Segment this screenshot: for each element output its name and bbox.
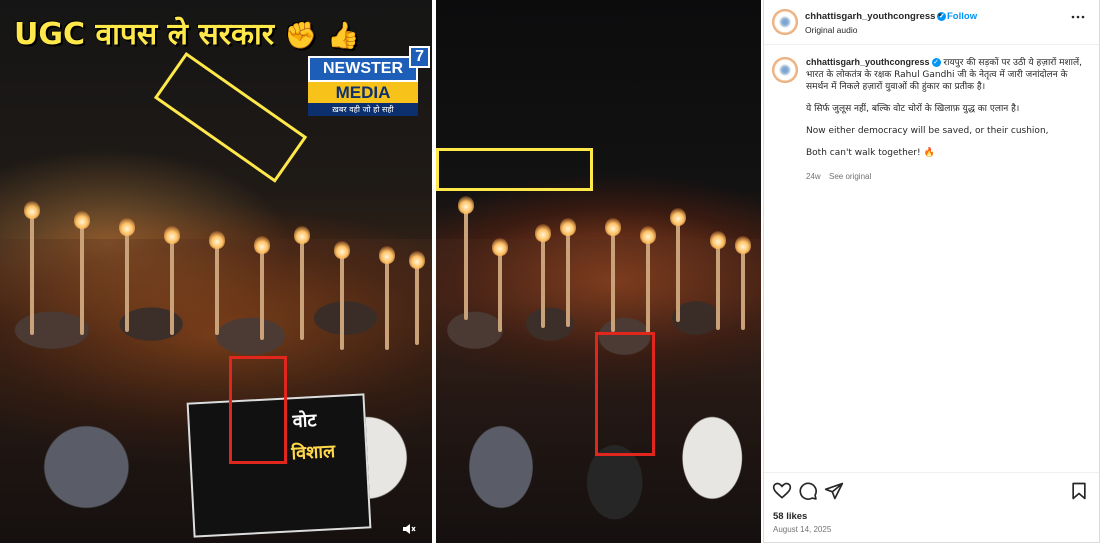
follow-separator: • xyxy=(937,11,943,21)
banner-line-2: विशाल xyxy=(290,441,336,465)
like-heart-icon[interactable] xyxy=(772,481,792,501)
torch xyxy=(605,218,621,332)
torch xyxy=(492,238,508,332)
logo-tagline: ख़बर वही जो हो सही xyxy=(308,103,418,116)
banner-line-1: वोट xyxy=(292,409,317,433)
username-text[interactable]: chhattisgarh_youthcongress xyxy=(805,11,935,22)
newster-media-logo: NEWSTER 7 MEDIA ख़बर वही जो हो सही xyxy=(308,46,430,118)
torch xyxy=(670,208,686,322)
headline-text: UGC वापस ले सरकार xyxy=(14,17,275,52)
caption-paragraph: Now either democracy will be saved, or t… xyxy=(806,126,1049,136)
video-frame-right xyxy=(436,0,761,543)
torch xyxy=(535,224,551,328)
logo-top-text: NEWSTER xyxy=(308,56,418,82)
post-age: 24w xyxy=(806,172,821,181)
likes-count[interactable]: 58 likes xyxy=(773,511,807,522)
torch xyxy=(24,201,40,335)
save-bookmark-icon[interactable] xyxy=(1069,481,1089,501)
torch xyxy=(294,226,310,340)
torch xyxy=(560,218,576,327)
torch xyxy=(710,231,726,330)
original-audio-link[interactable]: Original audio xyxy=(805,25,857,35)
raised-fist-icon: ✊ xyxy=(284,21,317,51)
torch xyxy=(458,196,474,320)
verified-badge-icon: ✓ xyxy=(931,58,941,67)
more-options-icon[interactable] xyxy=(1071,10,1085,28)
torch xyxy=(409,251,425,345)
torch xyxy=(334,241,350,350)
caption-username[interactable]: chhattisgarh_youthcongress xyxy=(806,57,930,67)
instagram-post-panel: chhattisgarh_youthcongress ✓ • Follow Ori… xyxy=(763,0,1100,543)
caption-paragraph: Both can't walk together! 🔥 xyxy=(806,148,935,158)
caption-paragraph: ये सिर्फ जुलूस नहीं, बल्कि वोट चोरों के … xyxy=(806,104,1020,114)
share-send-icon[interactable] xyxy=(824,481,844,501)
logo-bottom-text: MEDIA xyxy=(308,82,418,103)
torch xyxy=(735,236,751,330)
comment-icon[interactable] xyxy=(798,481,818,501)
torch xyxy=(254,236,270,340)
speaker-muted-icon[interactable] xyxy=(402,522,416,536)
post-actions: 58 likes August 14, 2025 xyxy=(764,472,1099,543)
post-date: August 14, 2025 xyxy=(773,525,832,534)
torch xyxy=(379,246,395,350)
thumbs-up-icon: 👍 xyxy=(327,21,360,51)
torch xyxy=(164,226,180,335)
torch xyxy=(640,226,656,335)
torch xyxy=(74,211,90,335)
caption-avatar[interactable] xyxy=(772,57,798,83)
avatar[interactable] xyxy=(772,9,798,35)
see-original-link[interactable]: See original xyxy=(829,172,871,181)
yellow-highlight-box xyxy=(436,148,593,191)
yellow-highlight-box xyxy=(153,52,308,183)
follow-button[interactable]: Follow xyxy=(947,11,977,22)
video-headline: UGC वापस ले सरकार ✊ 👍 xyxy=(14,12,360,53)
post-caption: chhattisgarh_youthcongress ✓ रायपुर की सड… xyxy=(806,56,1092,169)
red-highlight-box xyxy=(229,356,287,464)
torch xyxy=(119,218,135,332)
torch xyxy=(209,231,225,335)
video-frame-left: UGC वापस ले सरकार ✊ 👍 NEWSTER 7 MEDIA ख़… xyxy=(0,0,432,543)
red-highlight-box xyxy=(595,332,655,456)
logo-number: 7 xyxy=(409,46,430,68)
post-header: chhattisgarh_youthcongress ✓ • Follow Ori… xyxy=(764,0,1099,45)
header-username[interactable]: chhattisgarh_youthcongress ✓ xyxy=(805,11,947,22)
